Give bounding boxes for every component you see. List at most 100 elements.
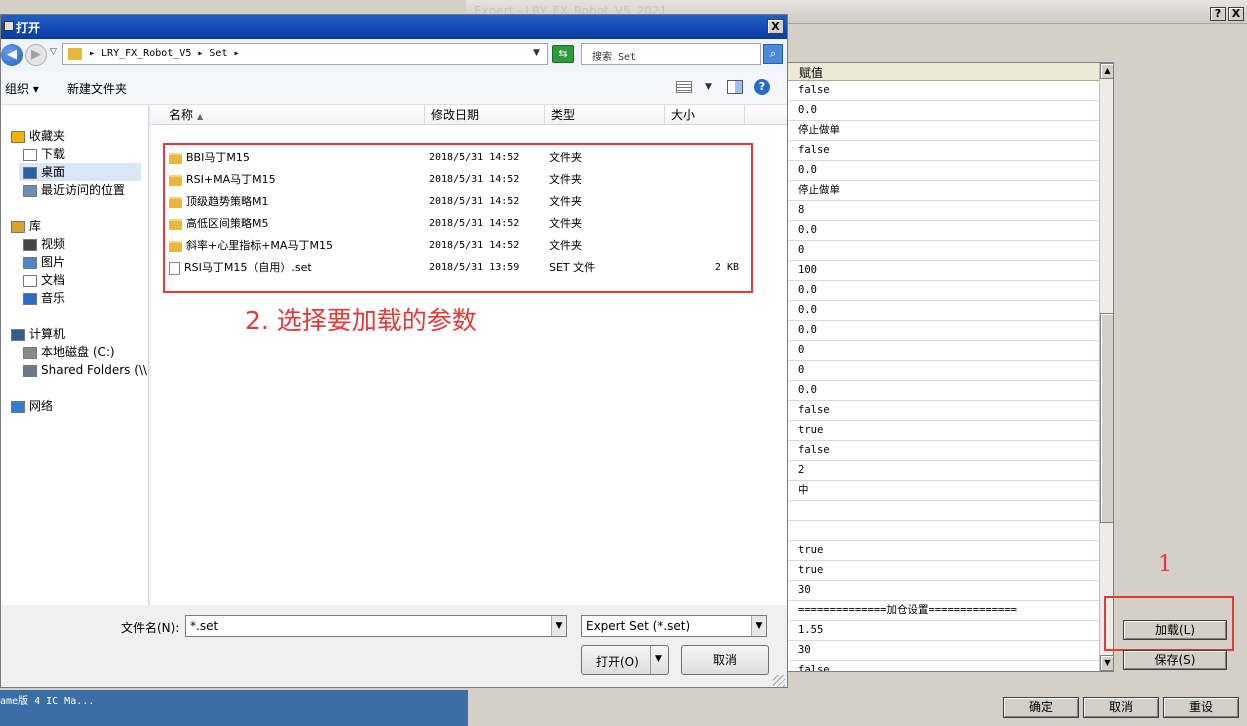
load-button[interactable]: 加载(L) (1123, 620, 1227, 640)
download-icon (23, 148, 37, 161)
parameter-value-list: 赋值 false 0.0 停止做单 false 0.0 停止做单 8 0.0 0 100 0.0 0.… (786, 62, 1114, 672)
nav-item[interactable]: 文档 (19, 271, 141, 289)
cancel-dialog-button[interactable]: 取消 (681, 645, 769, 675)
search-icon[interactable]: ⌕ (763, 44, 783, 64)
dialog-bottom-area: 文件名(N): *.set ▼ Expert Set (*.set) ▼ 打开(… (1, 605, 787, 687)
ok-button[interactable]: 确定 (1003, 697, 1079, 718)
filetype-select[interactable]: Expert Set (*.set) (581, 615, 767, 637)
forward-arrow-icon[interactable]: ▶ (25, 44, 47, 66)
nav-item[interactable]: 视频 (19, 235, 141, 253)
value-row[interactable]: false (787, 401, 1099, 421)
nav-item[interactable]: 最近访问的位置 (19, 181, 141, 199)
value-row[interactable]: 0.0 (787, 301, 1099, 321)
value-row[interactable]: false (787, 661, 1099, 671)
nav-item[interactable]: 计算机 (7, 325, 141, 343)
value-row[interactable]: false (787, 81, 1099, 101)
nav-item[interactable]: Shared Folders (\\ (19, 361, 147, 379)
help-button[interactable]: ? (1210, 7, 1226, 21)
scroll-down-icon[interactable]: ▼ (1100, 655, 1113, 671)
value-row[interactable]: 30 (787, 581, 1099, 601)
back-arrow-icon[interactable]: ◀ (1, 44, 23, 66)
disk-icon (23, 346, 37, 359)
scroll-up-icon[interactable]: ▲ (1100, 63, 1113, 79)
annotation-label-1: 1 (1158, 552, 1172, 577)
open-dropdown-icon[interactable]: ▼ (655, 654, 662, 664)
nav-item[interactable]: 下载 (19, 145, 141, 163)
value-row[interactable]: 停止做单 (787, 181, 1099, 201)
resize-grip-icon[interactable] (773, 675, 785, 687)
value-row[interactable]: 0 (787, 341, 1099, 361)
nav-item[interactable]: 本地磁盘 (C:) (19, 343, 141, 361)
nav-item[interactable]: 收藏夹 (7, 127, 141, 145)
dialog-title: 打开 (16, 21, 41, 35)
value-row[interactable]: 0 (787, 241, 1099, 261)
value-row[interactable]: true (787, 421, 1099, 441)
column-name[interactable]: 名称 ▲ (163, 105, 425, 125)
view-options-icon[interactable] (676, 81, 692, 93)
address-bar[interactable]: ▸ LRY_FX_Robot_V5 ▸ Set ▸ ▼ (62, 43, 548, 65)
nav-item-label: 收藏夹 (29, 129, 66, 143)
nav-item[interactable]: 图片 (19, 253, 141, 271)
value-row[interactable]: 0.0 (787, 101, 1099, 121)
filename-dropdown-icon[interactable]: ▼ (551, 616, 566, 636)
history-dropdown-icon[interactable]: ▽ (50, 47, 57, 57)
annotation-box-2 (163, 143, 753, 293)
close-expert-button[interactable]: X (1228, 7, 1244, 21)
column-date[interactable]: 修改日期 (425, 105, 545, 125)
value-row[interactable]: 8 (787, 201, 1099, 221)
desktop-icon (23, 166, 37, 179)
dialog-titlebar[interactable]: 打开 X (1, 15, 787, 39)
value-row[interactable]: ==============加仓设置============== (787, 601, 1099, 621)
value-row[interactable]: 0.0 (787, 321, 1099, 341)
nav-item[interactable]: 音乐 (19, 289, 141, 307)
value-row[interactable]: 100 (787, 261, 1099, 281)
value-row[interactable]: false (787, 141, 1099, 161)
value-row[interactable]: 0.0 (787, 221, 1099, 241)
computer-icon (11, 328, 25, 341)
value-row[interactable]: 0.0 (787, 161, 1099, 181)
help-icon[interactable]: ? (754, 79, 770, 95)
nav-item[interactable]: 桌面 (19, 163, 141, 181)
taskbar[interactable]: ame版 4 IC Ma... (0, 688, 468, 726)
value-row[interactable]: 0.0 (787, 281, 1099, 301)
nav-item[interactable]: 网络 (7, 397, 141, 415)
value-row[interactable]: 2 (787, 461, 1099, 481)
sort-ascending-icon: ▲ (197, 112, 204, 121)
scroll-thumb[interactable] (1100, 313, 1113, 523)
address-dropdown-icon[interactable]: ▼ (533, 48, 540, 58)
save-button[interactable]: 保存(S) (1123, 650, 1227, 670)
value-row[interactable]: 30 (787, 641, 1099, 661)
open-button[interactable]: 打开(O) ▼ (581, 645, 669, 675)
value-row[interactable]: 中 (787, 481, 1099, 501)
search-input[interactable]: 搜索 Set (581, 43, 761, 65)
value-rows: false 0.0 停止做单 false 0.0 停止做单 8 0.0 0 100 0.0 0.0 0.… (787, 81, 1099, 671)
reset-button[interactable]: 重设 (1163, 697, 1239, 718)
refresh-icon[interactable]: ⇆ (552, 45, 574, 63)
organize-menu[interactable]: 组织 ▾ (5, 80, 39, 97)
cancel-expert-button[interactable]: 取消 (1083, 697, 1159, 718)
new-folder-button[interactable]: 新建文件夹 (67, 80, 127, 97)
filename-field[interactable]: *.set (185, 615, 567, 637)
value-list-scrollbar[interactable]: ▲ ▼ (1099, 63, 1113, 671)
value-row[interactable] (787, 521, 1099, 541)
value-column-header[interactable]: 赋值 (787, 63, 1099, 81)
view-dropdown-icon[interactable]: ▼ (705, 82, 712, 92)
network-drive-icon (23, 364, 37, 377)
value-row[interactable]: 0.0 (787, 381, 1099, 401)
value-row[interactable]: true (787, 561, 1099, 581)
value-row[interactable]: 0 (787, 361, 1099, 381)
value-row[interactable]: true (787, 541, 1099, 561)
nav-item[interactable]: 库 (7, 217, 141, 235)
value-row[interactable]: false (787, 441, 1099, 461)
column-size[interactable]: 大小 (665, 105, 745, 125)
close-dialog-button[interactable]: X (767, 19, 784, 34)
address-path[interactable]: ▸ LRY_FX_Robot_V5 ▸ Set ▸ (89, 48, 240, 59)
preview-pane-icon[interactable] (727, 80, 743, 94)
filetype-dropdown-icon[interactable]: ▼ (751, 616, 766, 636)
value-row[interactable]: 1.55 (787, 621, 1099, 641)
value-row[interactable]: 停止做单 (787, 121, 1099, 141)
document-icon (23, 274, 37, 287)
value-row[interactable] (787, 501, 1099, 521)
column-type[interactable]: 类型 (545, 105, 665, 125)
recent-icon (23, 184, 37, 197)
